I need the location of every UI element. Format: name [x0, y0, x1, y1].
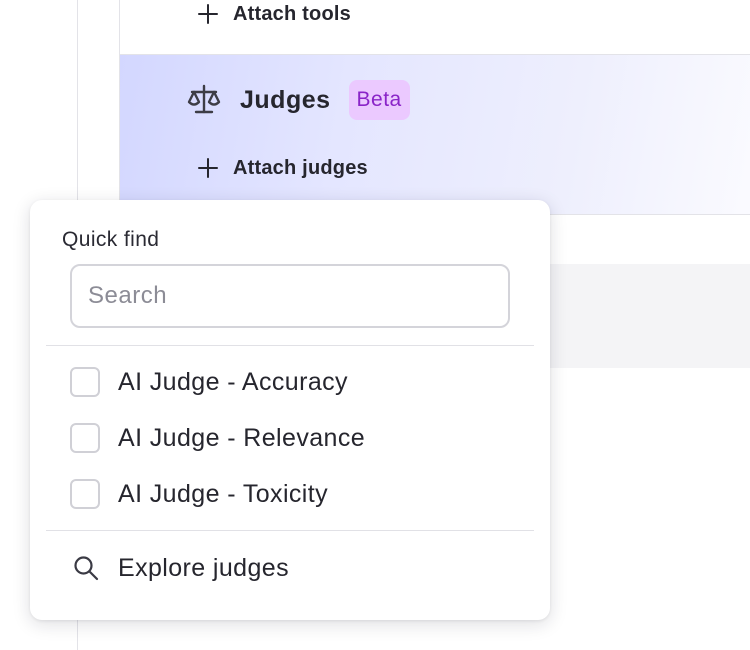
- explore-judges-button[interactable]: Explore judges: [70, 550, 289, 586]
- judge-option-toxicity[interactable]: AI Judge - Toxicity: [70, 478, 328, 510]
- plus-icon: [195, 0, 221, 28]
- checkbox[interactable]: [70, 367, 100, 397]
- judges-header: Judges Beta: [186, 80, 410, 120]
- quick-find-label: Quick find: [62, 228, 160, 251]
- option-label: AI Judge - Relevance: [118, 423, 366, 452]
- checkbox[interactable]: [70, 423, 100, 453]
- page: Attach tools Judges Beta Attach judges Q…: [0, 0, 750, 650]
- attach-tools-label: Attach tools: [233, 2, 351, 25]
- checkbox[interactable]: [70, 479, 100, 509]
- divider: [46, 345, 534, 346]
- judges-title: Judges: [240, 85, 331, 114]
- option-label: AI Judge - Accuracy: [118, 367, 348, 396]
- option-label: AI Judge - Toxicity: [118, 479, 329, 508]
- attach-judges-label: Attach judges: [233, 156, 368, 179]
- judges-panel: [119, 55, 750, 215]
- beta-badge: Beta: [348, 80, 410, 120]
- scale-icon: [186, 82, 222, 118]
- explore-judges-label: Explore judges: [118, 553, 289, 582]
- search-icon: [70, 552, 102, 584]
- judge-option-relevance[interactable]: AI Judge - Relevance: [70, 422, 365, 454]
- judge-option-accuracy[interactable]: AI Judge - Accuracy: [70, 366, 348, 398]
- attach-tools-button[interactable]: Attach tools: [195, 0, 351, 28]
- search-input[interactable]: [70, 264, 510, 328]
- attach-judges-button[interactable]: Attach judges: [195, 154, 368, 182]
- quick-find-popover: Quick find AI Judge - Accuracy AI Judge …: [30, 200, 550, 620]
- divider: [46, 530, 534, 531]
- plus-icon: [195, 154, 221, 182]
